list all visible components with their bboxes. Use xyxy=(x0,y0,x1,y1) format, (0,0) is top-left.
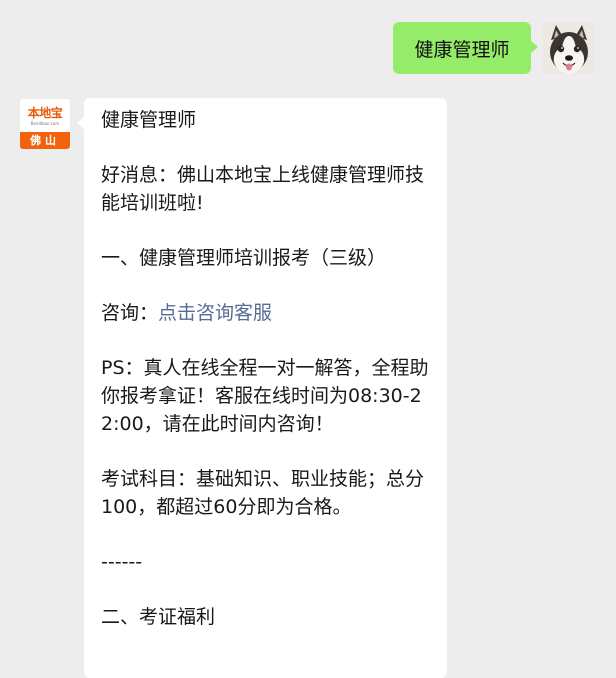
brand-logo-text: 本地宝 xyxy=(27,106,63,120)
outgoing-message-bubble[interactable]: 健康管理师 xyxy=(393,22,538,74)
city-label: 佛山 xyxy=(20,132,70,149)
ps-note: PS：真人在线全程一对一解答，全程助你报考拿证！客服在线时间为08:30-22:… xyxy=(101,357,429,435)
consult-service-link[interactable]: 点击咨询客服 xyxy=(158,302,272,324)
message-announcement: 好消息：佛山本地宝上线健康管理师技能培训班啦! xyxy=(101,164,425,214)
section-one-heading: 一、健康管理师培训报考（三级） xyxy=(101,247,387,269)
consult-line: 咨询：点击咨询客服 xyxy=(101,299,433,327)
brand-domain-text: Bendibao.com xyxy=(30,121,60,126)
consult-label: 咨询： xyxy=(101,302,159,324)
message-title: 健康管理师 xyxy=(101,109,197,131)
incoming-message-bubble: 健康管理师 好消息：佛山本地宝上线健康管理师技能培训班啦! 一、健康管理师培训报… xyxy=(77,98,447,678)
exam-subjects: 考试科目：基础知识、职业技能；总分100，都超过60分即为合格。 xyxy=(101,468,425,518)
outgoing-message-text: 健康管理师 xyxy=(414,38,510,61)
user-avatar[interactable] xyxy=(543,22,595,74)
husky-dog-icon xyxy=(543,22,595,74)
section-two-heading: 二、考证福利 xyxy=(101,606,216,628)
separator-text: ------ xyxy=(101,551,143,573)
bendibao-foshan-avatar[interactable]: 本地宝 Bendibao.com 佛山 xyxy=(20,99,70,149)
